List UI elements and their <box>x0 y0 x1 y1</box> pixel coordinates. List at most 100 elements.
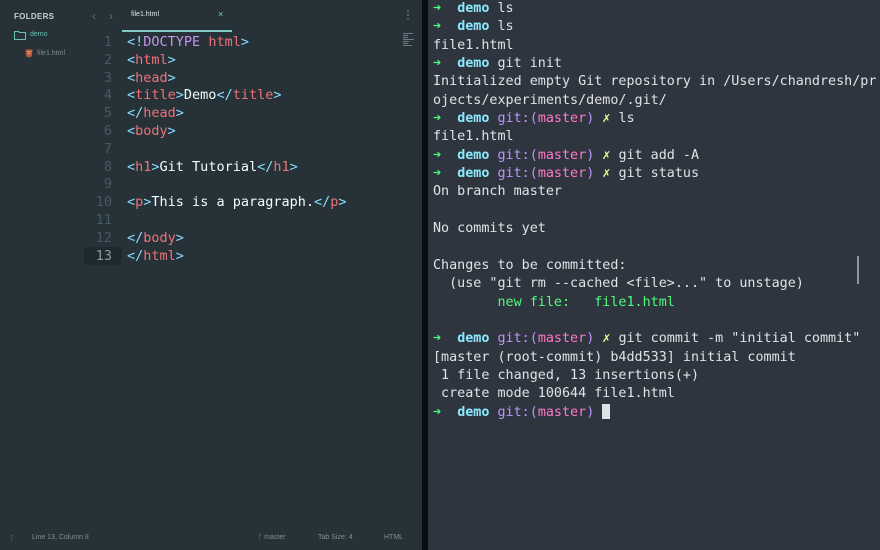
code-token: > <box>240 34 249 50</box>
code-area[interactable]: 1 <!DOCTYPE html> 2 <html> 3 <head> 4 <title>De… <box>84 33 404 273</box>
code-token: DOCTYPE <box>143 34 201 50</box>
code-token: html <box>135 51 168 68</box>
code-token: > <box>175 247 184 264</box>
minimap[interactable] <box>403 32 417 48</box>
terminal-line: 1 file changed, 13 insertions(+) <box>433 367 880 385</box>
terminal-line: ➜ demo git:(master) ✗ git commit -m "ini… <box>433 330 880 348</box>
code-token: </ <box>216 87 233 104</box>
output-text: ojects/experiments/demo/.git/ <box>433 92 667 108</box>
line-number: 11 <box>95 212 112 228</box>
code-token: html <box>143 247 176 264</box>
folder-icon <box>14 31 26 40</box>
code-token: title <box>135 87 176 104</box>
line-number: 10 <box>95 194 112 211</box>
line-content: <h1>Git Tutorial</h1> <box>127 158 298 176</box>
code-line: 1 <!DOCTYPE html> <box>84 33 404 51</box>
branch-name: master <box>264 534 286 541</box>
command-text: ls <box>497 1 514 16</box>
terminal-pane[interactable]: ➜ demo ls ➜ demo ls file1.html ➜ demo git i… <box>428 0 880 550</box>
code-token: h1 <box>273 158 290 175</box>
terminal-line: file1.html <box>433 37 880 55</box>
line-number: 6 <box>103 123 112 139</box>
output-text: Changes to be committed: <box>433 257 627 273</box>
code-token: > <box>289 158 298 175</box>
tab-label: file1.html <box>131 11 160 18</box>
prompt-arrow-icon: ➜ <box>433 1 442 16</box>
more-options-icon[interactable] <box>407 10 411 22</box>
html5-file-icon <box>25 49 33 58</box>
code-token: > <box>175 105 184 122</box>
line-content: <title>Demo</title> <box>127 86 281 104</box>
git-prefix: git:( <box>497 331 538 347</box>
terminal-line: ➜ demo git:(master) <box>433 403 880 422</box>
code-line: 9 <box>84 175 404 193</box>
terminal-line: ➜ demo ls <box>433 18 880 36</box>
folders-header: FOLDERS <box>14 12 55 21</box>
git-prefix: git:( <box>497 111 538 127</box>
line-content: <head> <box>127 69 176 87</box>
output-text: 1 file changed, 13 insertions(+) <box>433 367 700 383</box>
terminal-scroll-indicator[interactable] <box>857 256 859 284</box>
prompt-arrow-icon: ➜ <box>433 19 442 35</box>
line-content: </head> <box>127 104 184 122</box>
syntax-selector[interactable]: HTML <box>384 534 403 541</box>
terminal-line: ojects/experiments/demo/.git/ <box>433 92 880 110</box>
code-token: </ <box>257 158 274 175</box>
file-label: file1.html <box>37 50 66 57</box>
terminal-line: ➜ demo git:(master) ✗ git add -A <box>433 147 880 165</box>
code-token: h1 <box>135 158 152 175</box>
prompt-arrow-icon: ➜ <box>433 56 442 72</box>
command-text: ls <box>618 111 635 127</box>
output-text: (use "git rm --cached <file>..." to unst… <box>433 276 804 292</box>
line-number: 12 <box>95 229 112 246</box>
code-token: > <box>175 229 184 246</box>
tab-size-selector[interactable]: Tab Size: 4 <box>318 534 353 541</box>
tab-file1-html[interactable]: file1.html × <box>122 0 232 32</box>
command-text: git add -A <box>618 147 700 163</box>
line-content: </body> <box>127 229 184 247</box>
git-branch: master <box>537 111 587 127</box>
prompt-arrow-icon: ➜ <box>433 331 442 347</box>
terminal-line: file1.html <box>433 128 880 146</box>
prompt-directory: demo <box>457 166 490 182</box>
terminal-line: ➜ demo git init <box>433 55 880 73</box>
back-arrow-icon[interactable]: ‹ <box>92 9 96 23</box>
code-line: 10 <p>This is a paragraph.</p> <box>84 193 404 211</box>
code-token: title <box>232 87 274 104</box>
line-number: 2 <box>103 51 112 68</box>
line-content: <p>This is a paragraph.</p> <box>127 193 347 211</box>
git-branch: master <box>537 404 587 420</box>
output-text: No commits yet <box>433 221 546 237</box>
prompt-directory: demo <box>457 111 490 127</box>
prompt-arrow-icon: ➜ <box>433 111 442 127</box>
line-number: 9 <box>103 176 112 193</box>
prompt-directory: demo <box>457 19 490 35</box>
command-text: ls <box>497 19 514 35</box>
code-token: < <box>127 87 136 104</box>
code-token: > <box>175 87 184 104</box>
output-text: file1.html <box>433 129 514 145</box>
forward-arrow-icon[interactable]: › <box>109 9 113 23</box>
status-menu-icon[interactable]: ⋮ <box>8 534 15 542</box>
line-number: 7 <box>103 140 112 157</box>
status-bar: ⋮ Line 13, Column 8 ᚴ master Tab Size: 4… <box>0 528 422 550</box>
code-token: Git Tutorial <box>159 158 258 175</box>
terminal-line: (use "git rm --cached <file>..." to unst… <box>433 275 880 293</box>
close-tab-icon[interactable]: × <box>218 9 223 19</box>
terminal-line: create mode 100644 file1.html <box>433 385 880 403</box>
terminal-line: new file: file1.html <box>433 294 880 312</box>
git-branch-icon: ᚴ <box>258 534 263 541</box>
code-line: 13 </html> <box>84 246 404 265</box>
code-token: < <box>127 194 136 211</box>
git-prefix: git:( <box>497 166 538 182</box>
git-branch-status[interactable]: ᚴ master <box>258 534 286 541</box>
